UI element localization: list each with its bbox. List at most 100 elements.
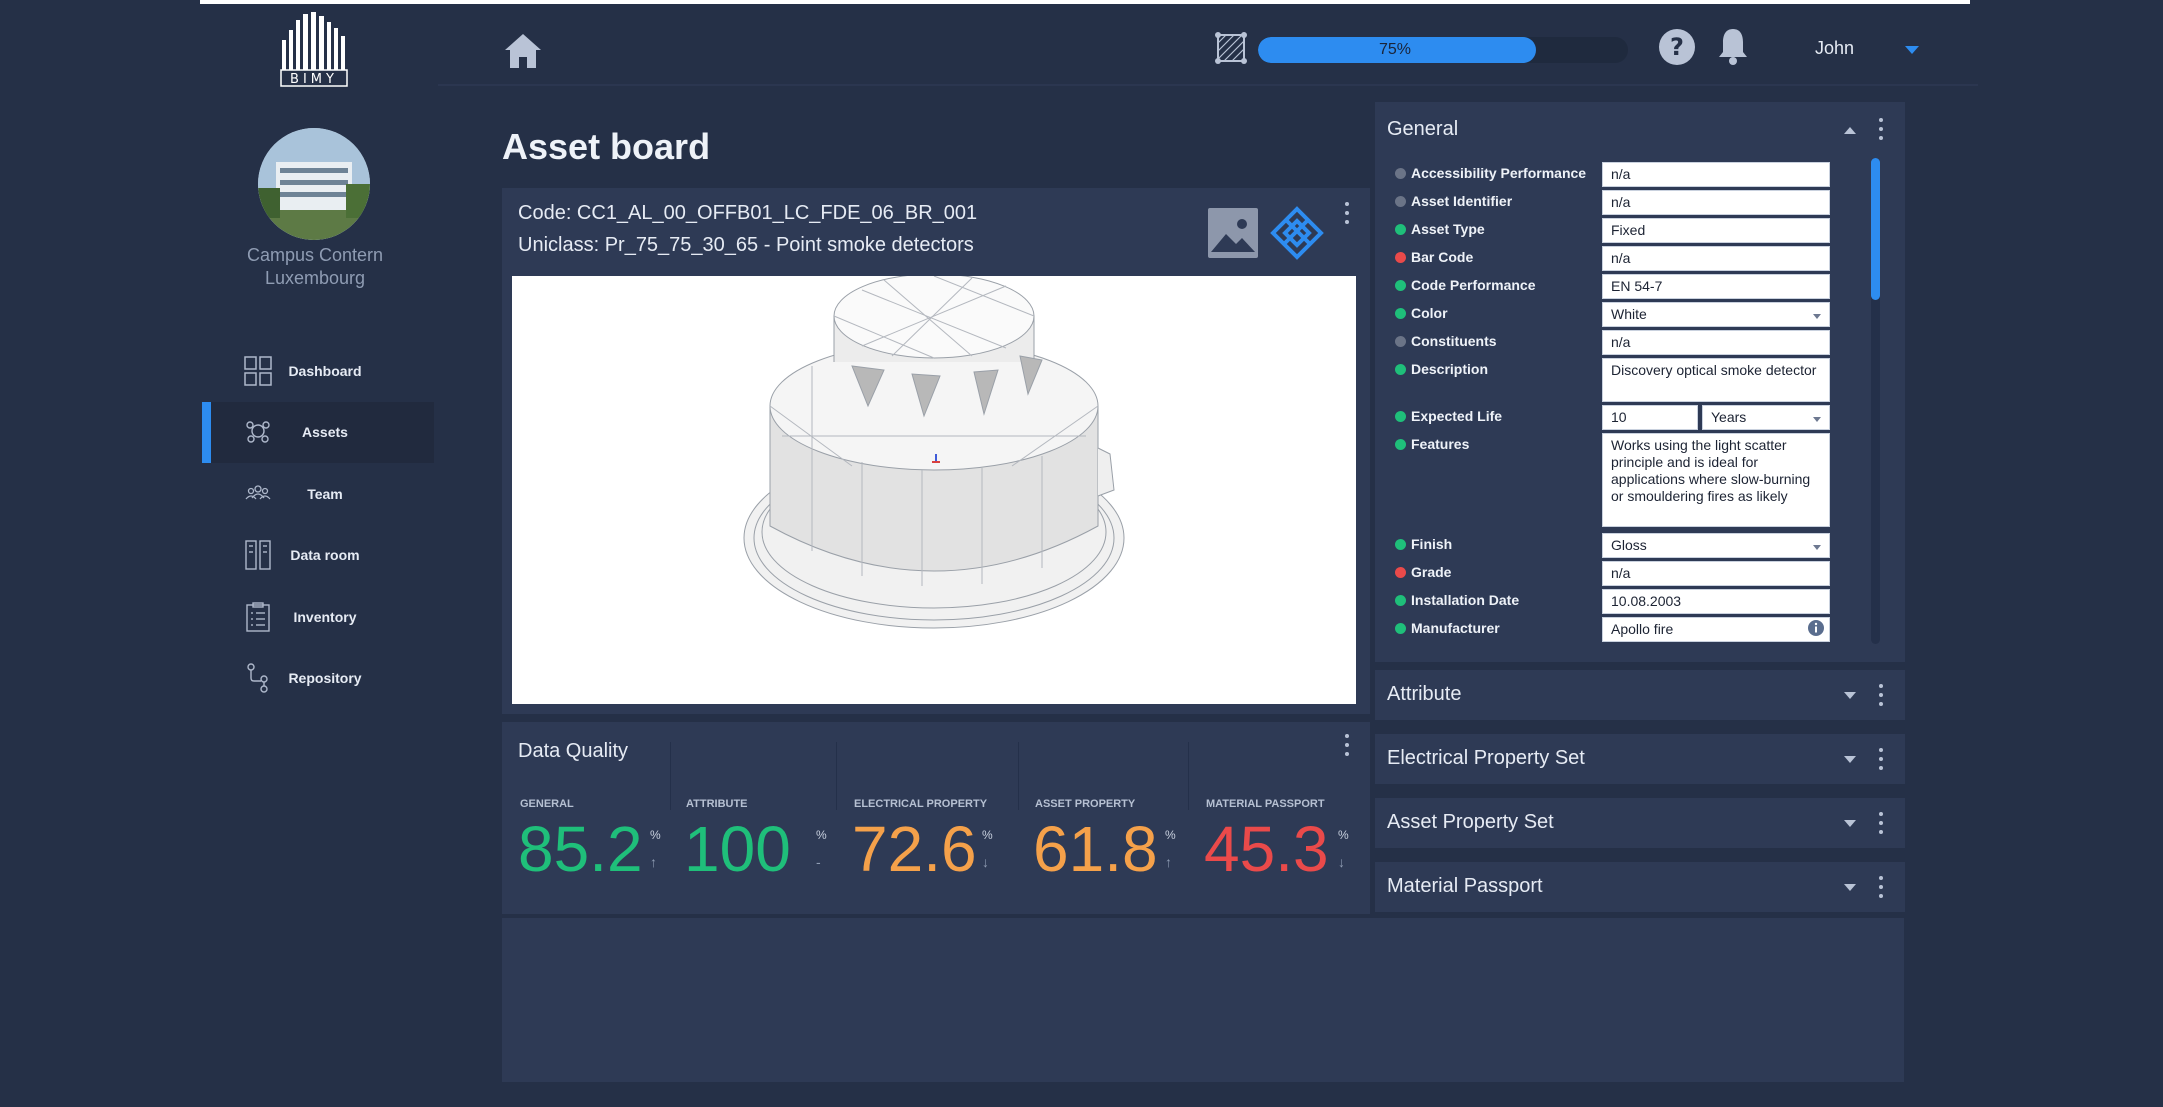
sidebar-item-repository[interactable]: Repository <box>204 648 434 710</box>
expand-caret-icon[interactable] <box>1843 691 1857 701</box>
property-select[interactable]: Gloss <box>1602 533 1830 558</box>
property-name: Constituents <box>1411 333 1497 349</box>
general-panel-title: General <box>1387 118 1459 140</box>
trend-down-icon: ↓ <box>1338 854 1345 870</box>
repository-icon <box>247 663 268 693</box>
property-field[interactable]: EN 54-7 <box>1602 274 1830 299</box>
asset-card-more-icon[interactable] <box>1344 202 1350 224</box>
window-top-edge <box>200 0 1970 4</box>
sidebar-item-label: Dashboard <box>288 362 362 379</box>
user-name[interactable]: John <box>1815 38 1854 59</box>
sidebar-item-label: Inventory <box>293 608 357 625</box>
property-value: n/a <box>1611 166 1631 182</box>
sidebar-item-inventory[interactable]: Inventory <box>204 586 434 648</box>
property-field[interactable]: n/a <box>1602 246 1830 271</box>
user-menu-caret-icon[interactable] <box>1904 44 1920 56</box>
dq-metric-asset-property: ASSET PROPERTY 61.8 % ↑ <box>1017 792 1187 892</box>
sidebar-item-data-room[interactable]: Data room <box>204 525 434 587</box>
property-field[interactable]: 10 <box>1602 405 1698 430</box>
property-field[interactable]: Fixed <box>1602 218 1830 243</box>
dq-metric-value: 85.2 <box>518 813 643 885</box>
help-icon[interactable]: ? <box>1658 28 1696 66</box>
sidebar-item-label: Data room <box>290 547 360 564</box>
data-quality-title: Data Quality <box>518 740 629 762</box>
expand-caret-icon[interactable] <box>1843 755 1857 765</box>
dq-metric-label: ASSET PROPERTY <box>1035 798 1136 810</box>
expand-caret-icon[interactable] <box>1843 883 1857 893</box>
property-value: Works using the light scatter principle … <box>1611 437 1811 504</box>
status-dot <box>1395 168 1406 179</box>
home-icon[interactable] <box>503 32 543 70</box>
image-icon[interactable] <box>1208 208 1258 258</box>
property-field[interactable]: Works using the light scatter principle … <box>1602 433 1830 527</box>
accordion-asset-property-set[interactable]: Asset Property Set <box>1375 798 1905 848</box>
dq-metric-material-passport: MATERIAL PASSPORT 45.3 % ↓ <box>1188 792 1368 892</box>
3d-model-viewer[interactable] <box>512 273 1356 704</box>
property-field[interactable]: Discovery optical smoke detector <box>1602 358 1830 402</box>
property-value: Gloss <box>1611 537 1647 553</box>
property-field[interactable]: n/a <box>1602 330 1830 355</box>
property-name: Finish <box>1411 536 1453 552</box>
property-field[interactable]: n/a <box>1602 561 1830 586</box>
expand-caret-icon[interactable] <box>1843 819 1857 829</box>
accordion-more-icon[interactable] <box>1878 876 1884 898</box>
dq-metric-unit: % <box>816 828 827 842</box>
bim-model-icon[interactable] <box>1270 206 1324 260</box>
status-dot <box>1395 539 1406 550</box>
property-name: Code Performance <box>1411 277 1536 293</box>
bimy-logo-icon: BIMY <box>280 12 348 87</box>
accordion-material-passport[interactable]: Material Passport <box>1375 862 1905 912</box>
data-quality-card: Data Quality GENERAL 85.2 % ↑ ATTRIBUTE … <box>502 722 1370 914</box>
property-select[interactable]: White <box>1602 302 1830 327</box>
status-dot <box>1395 196 1406 207</box>
dq-metric-unit: % <box>982 828 993 842</box>
sidebar-nav: Dashboard Assets Team Data room Inventor… <box>202 340 434 710</box>
property-value: n/a <box>1611 565 1631 581</box>
sidebar-item-assets[interactable]: Assets <box>202 401 434 463</box>
property-value: EN 54-7 <box>1611 278 1663 294</box>
property-field[interactable]: n/a <box>1602 162 1830 187</box>
accordion-title: Material Passport <box>1387 875 1543 897</box>
property-value: White <box>1611 306 1647 322</box>
accordion-more-icon[interactable] <box>1878 684 1884 706</box>
dashboard-icon <box>244 356 272 386</box>
property-value: Apollo fire <box>1611 621 1674 637</box>
status-dot <box>1395 252 1406 263</box>
project-progress-bar: 75% <box>1258 37 1628 63</box>
dq-metric-unit: % <box>650 828 661 842</box>
sidebar-item-team[interactable]: Team <box>204 463 434 525</box>
accordion-more-icon[interactable] <box>1878 748 1884 770</box>
dq-metric-value: 100 <box>684 813 791 885</box>
dq-metric-value: 72.6 <box>852 813 977 885</box>
asset-card: Code: CC1_AL_00_OFFB01_LC_FDE_06_BR_001 … <box>502 188 1370 714</box>
project-area-icon[interactable] <box>1213 30 1249 66</box>
status-dot <box>1395 280 1406 291</box>
general-more-icon[interactable] <box>1878 118 1884 140</box>
accordion-attribute[interactable]: Attribute <box>1375 670 1905 720</box>
sidebar-item-dashboard[interactable]: Dashboard <box>204 340 434 402</box>
bottom-panel <box>502 918 1904 1082</box>
team-icon <box>245 485 271 500</box>
data-quality-more-icon[interactable] <box>1344 734 1350 756</box>
progress-label: 75% <box>1378 41 1412 58</box>
general-scrollbar-thumb[interactable] <box>1871 158 1880 300</box>
inventory-icon <box>246 602 270 632</box>
property-value: n/a <box>1611 334 1631 350</box>
info-icon[interactable] <box>1807 619 1825 637</box>
accordion-electrical-property-set[interactable]: Electrical Property Set <box>1375 734 1905 784</box>
property-unit-value: Years <box>1711 409 1747 425</box>
bell-icon[interactable] <box>1716 26 1750 66</box>
accordion-more-icon[interactable] <box>1878 812 1884 834</box>
property-field[interactable]: n/a <box>1602 190 1830 215</box>
sidebar-item-label: Repository <box>288 670 362 687</box>
dq-metric-electrical-property: ELECTRICAL PROPERTY 72.6 % ↓ <box>836 792 1016 892</box>
property-field[interactable]: 10.08.2003 <box>1602 589 1830 614</box>
property-value: 10 <box>1611 409 1627 425</box>
property-value: Fixed <box>1611 222 1646 238</box>
property-unit-select[interactable]: Years <box>1702 405 1830 430</box>
collapse-caret-icon[interactable] <box>1843 125 1857 135</box>
status-dot <box>1395 364 1406 375</box>
general-scrollbar[interactable] <box>1871 158 1880 644</box>
property-field[interactable]: Apollo fire <box>1602 617 1830 642</box>
property-name: Description <box>1411 361 1489 377</box>
